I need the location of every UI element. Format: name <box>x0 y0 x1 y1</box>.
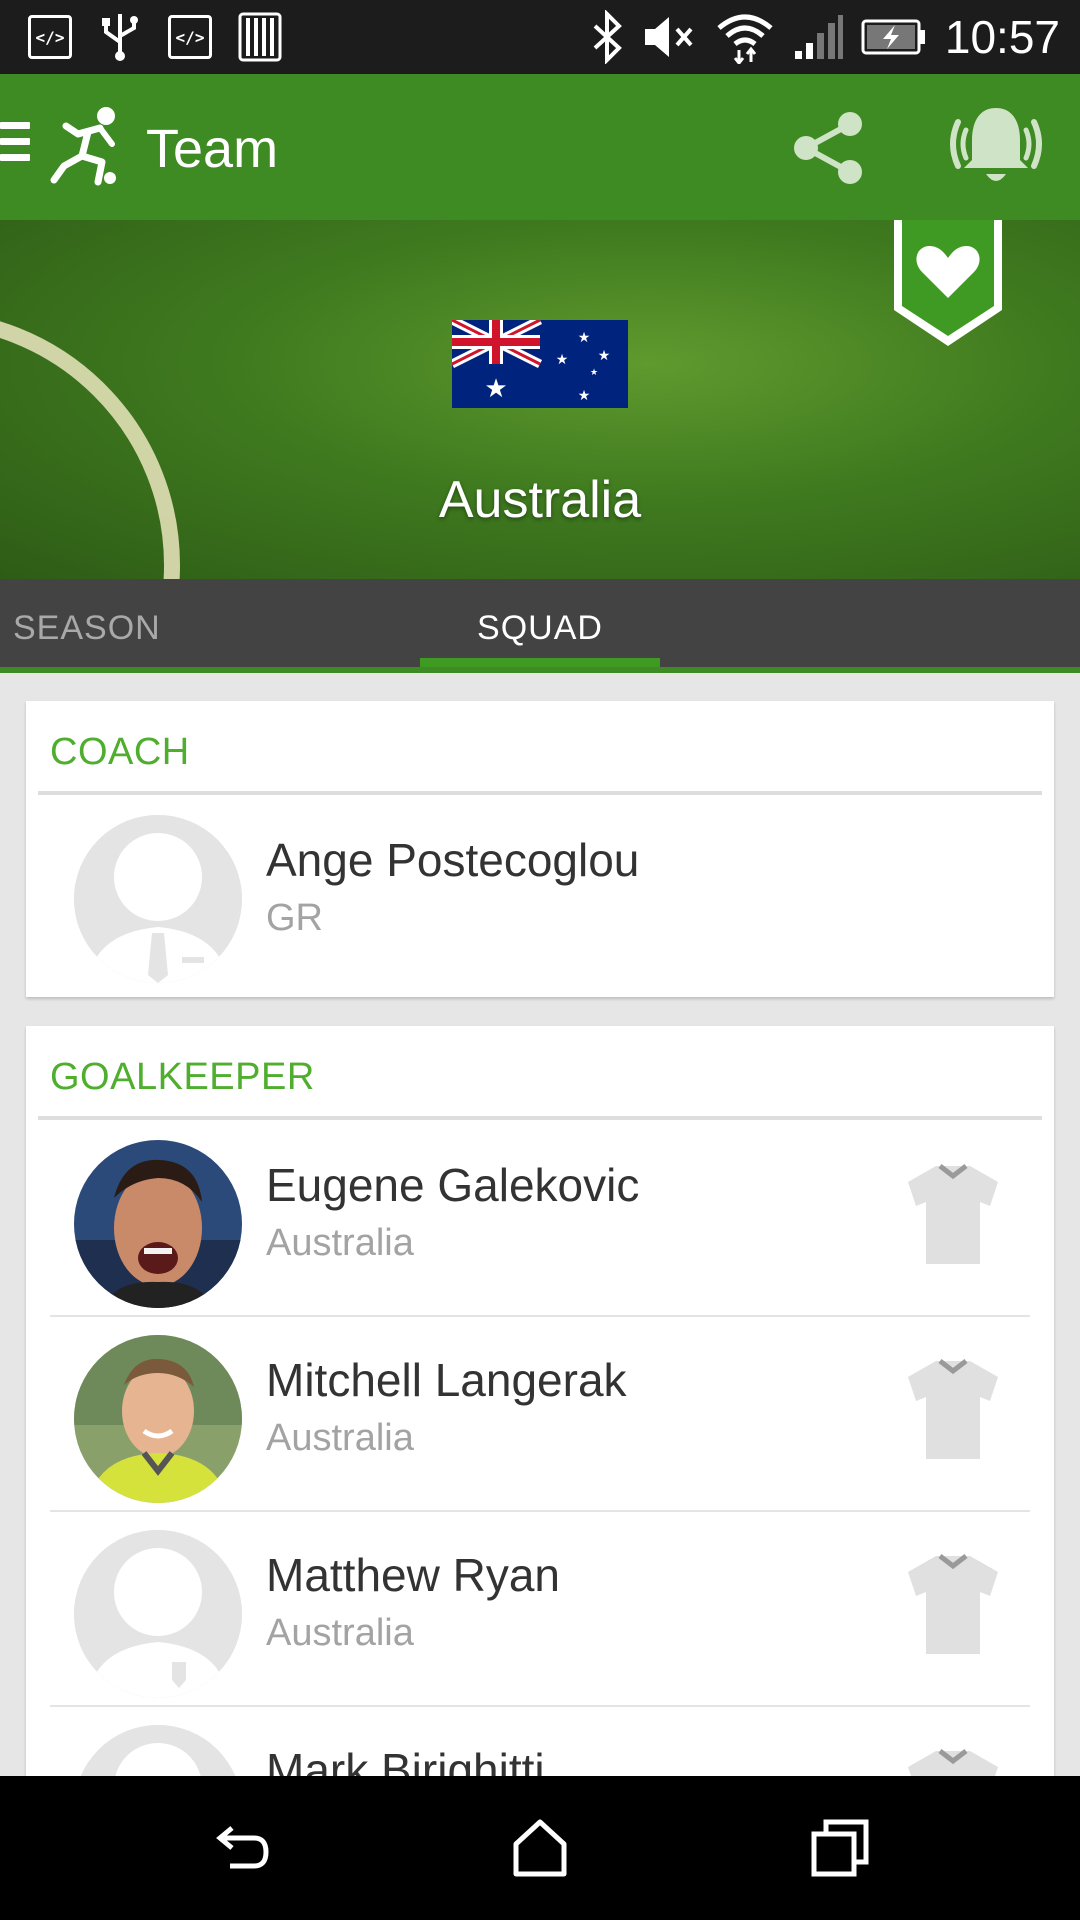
svg-text:★: ★ <box>578 330 591 346</box>
section-title: COACH <box>50 731 190 773</box>
person-name: Mitchell Langerak <box>266 1354 627 1406</box>
person-name: Eugene Galekovic <box>266 1159 640 1211</box>
back-icon[interactable] <box>210 1816 274 1880</box>
list-item[interactable]: Mark Birighitti <box>26 1707 1054 1776</box>
jersey-icon[interactable] <box>906 1552 1000 1656</box>
list-item[interactable]: Ange Postecoglou GR <box>26 797 1054 992</box>
heart-icon[interactable] <box>894 220 1002 346</box>
team-header: ★ ★ ★ ★ ★ ★ Australia <box>0 220 1080 579</box>
share-icon[interactable] <box>790 110 866 186</box>
signal-icon <box>794 15 843 59</box>
list-item[interactable]: Mitchell Langerak Australia <box>26 1317 1054 1512</box>
player-photo <box>74 1140 242 1308</box>
person-country: Australia <box>266 1222 414 1264</box>
code-icon: </> <box>28 15 72 59</box>
tab-bar: SEASON SQUAD <box>0 579 1080 670</box>
system-nav-bar <box>0 1776 1080 1920</box>
person-name: Matthew Ryan <box>266 1549 561 1601</box>
divider <box>38 791 1042 795</box>
player-photo <box>74 1335 242 1503</box>
app-bar: Team <box>0 74 1080 220</box>
barcode-icon <box>238 12 282 62</box>
jersey-icon[interactable] <box>906 1162 1000 1266</box>
pitch-line <box>560 220 1080 510</box>
list-item[interactable]: Eugene Galekovic Australia <box>26 1122 1054 1317</box>
person-name: Ange Postecoglou <box>266 834 640 886</box>
bluetooth-icon <box>593 10 622 64</box>
hamburger-icon[interactable] <box>0 122 30 168</box>
divider <box>38 1116 1042 1120</box>
svg-text:★: ★ <box>598 348 611 364</box>
soccer-player-icon[interactable] <box>48 104 124 190</box>
section-title: GOALKEEPER <box>50 1056 315 1098</box>
goalkeeper-card: GOALKEEPER Eugene Galekovic Australia Mi… <box>26 1026 1054 1776</box>
mute-icon <box>644 17 693 57</box>
home-icon[interactable] <box>508 1816 572 1880</box>
person-country: GR <box>266 897 323 939</box>
battery-charging-icon <box>861 19 925 55</box>
jersey-icon[interactable] <box>906 1747 1000 1776</box>
person-country: Australia <box>266 1417 414 1459</box>
app-title: Team <box>146 119 279 179</box>
placeholder-player-avatar <box>74 1725 242 1776</box>
placeholder-coach-avatar <box>74 815 242 983</box>
team-name: Australia <box>438 471 642 529</box>
tab-season[interactable]: SEASON <box>13 609 161 648</box>
clock: 10:57 <box>944 11 1060 63</box>
australia-flag-icon: ★ ★ ★ ★ ★ ★ <box>452 320 628 408</box>
list-item[interactable]: Matthew Ryan Australia <box>26 1512 1054 1707</box>
code-icon: </> <box>168 15 212 59</box>
squad-list[interactable]: COACH Ange Postecoglou GR GOALKEEPER Eug… <box>0 673 1080 1776</box>
svg-text:★: ★ <box>556 352 569 368</box>
person-country: Australia <box>266 1612 414 1654</box>
svg-text:★: ★ <box>484 374 507 404</box>
jersey-icon[interactable] <box>906 1357 1000 1461</box>
recent-apps-icon[interactable] <box>808 1816 872 1880</box>
alarm-bell-icon[interactable] <box>944 104 1048 190</box>
svg-text:★: ★ <box>578 388 591 404</box>
pitch-line <box>0 310 180 579</box>
wifi-icon <box>717 14 773 64</box>
coach-card: COACH Ange Postecoglou GR <box>26 701 1054 997</box>
person-name: Mark Birighitti <box>266 1744 545 1776</box>
placeholder-player-avatar <box>74 1530 242 1698</box>
svg-text:★: ★ <box>590 368 598 378</box>
status-bar: </> </> 10:57 <box>0 0 1080 74</box>
tab-squad[interactable]: SQUAD <box>420 609 660 648</box>
usb-icon <box>102 14 138 61</box>
